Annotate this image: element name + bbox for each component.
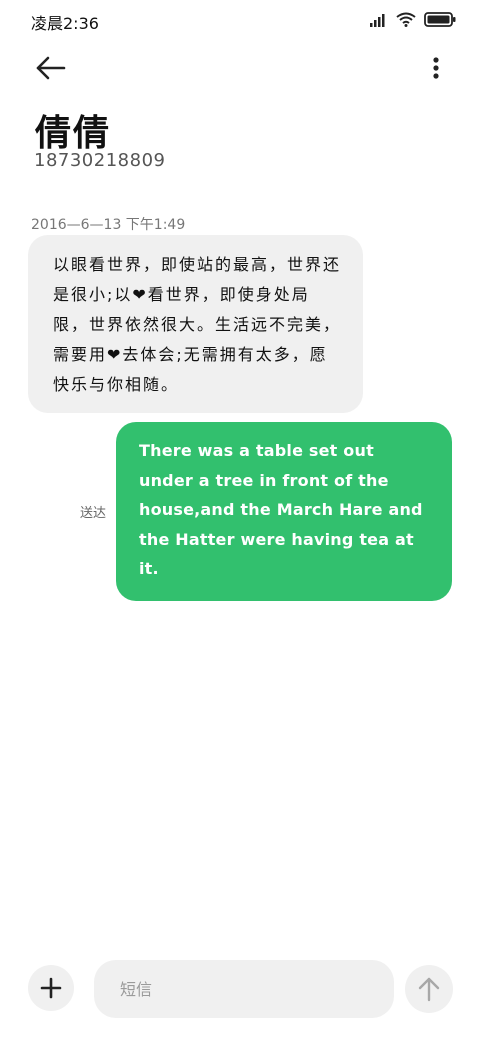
back-arrow-icon — [36, 56, 66, 80]
add-attachment-button[interactable] — [28, 965, 74, 1011]
more-vertical-icon — [433, 57, 439, 79]
incoming-message-bubble[interactable]: 以眼看世界，即使站的最高，世界还是很小;以❤看世界，即使身处局限，世界依然很大。… — [28, 235, 363, 413]
status-time: 凌晨2:36 — [31, 14, 99, 33]
contact-name: 倩倩 — [35, 113, 112, 154]
status-icons — [370, 12, 456, 31]
sms-conversation-screen: 凌晨2:36 倩倩 18730218809 2016—6—13 下午1:49 以… — [0, 0, 480, 1040]
incoming-message-text: 以眼看世界，即使站的最高，世界还是很小;以❤看世界，即使身处局限，世界依然很大。… — [53, 255, 342, 394]
signal-icon — [370, 12, 388, 31]
delivery-status: 送达 — [80, 506, 107, 521]
send-button[interactable] — [405, 965, 453, 1013]
outgoing-message-text: There was a table set out under a tree i… — [139, 441, 423, 578]
more-options-button[interactable] — [428, 54, 444, 84]
battery-icon — [424, 12, 456, 31]
outgoing-message-bubble[interactable]: There was a table set out under a tree i… — [116, 422, 452, 601]
status-bar: 凌晨2:36 — [0, 0, 480, 40]
message-input[interactable] — [94, 960, 394, 1018]
back-button[interactable] — [34, 52, 70, 84]
plus-icon — [40, 977, 62, 999]
wifi-icon — [396, 12, 416, 31]
send-arrow-icon — [418, 977, 440, 1002]
contact-number: 18730218809 — [34, 150, 166, 171]
message-date: 2016—6—13 下午1:49 — [31, 217, 186, 233]
